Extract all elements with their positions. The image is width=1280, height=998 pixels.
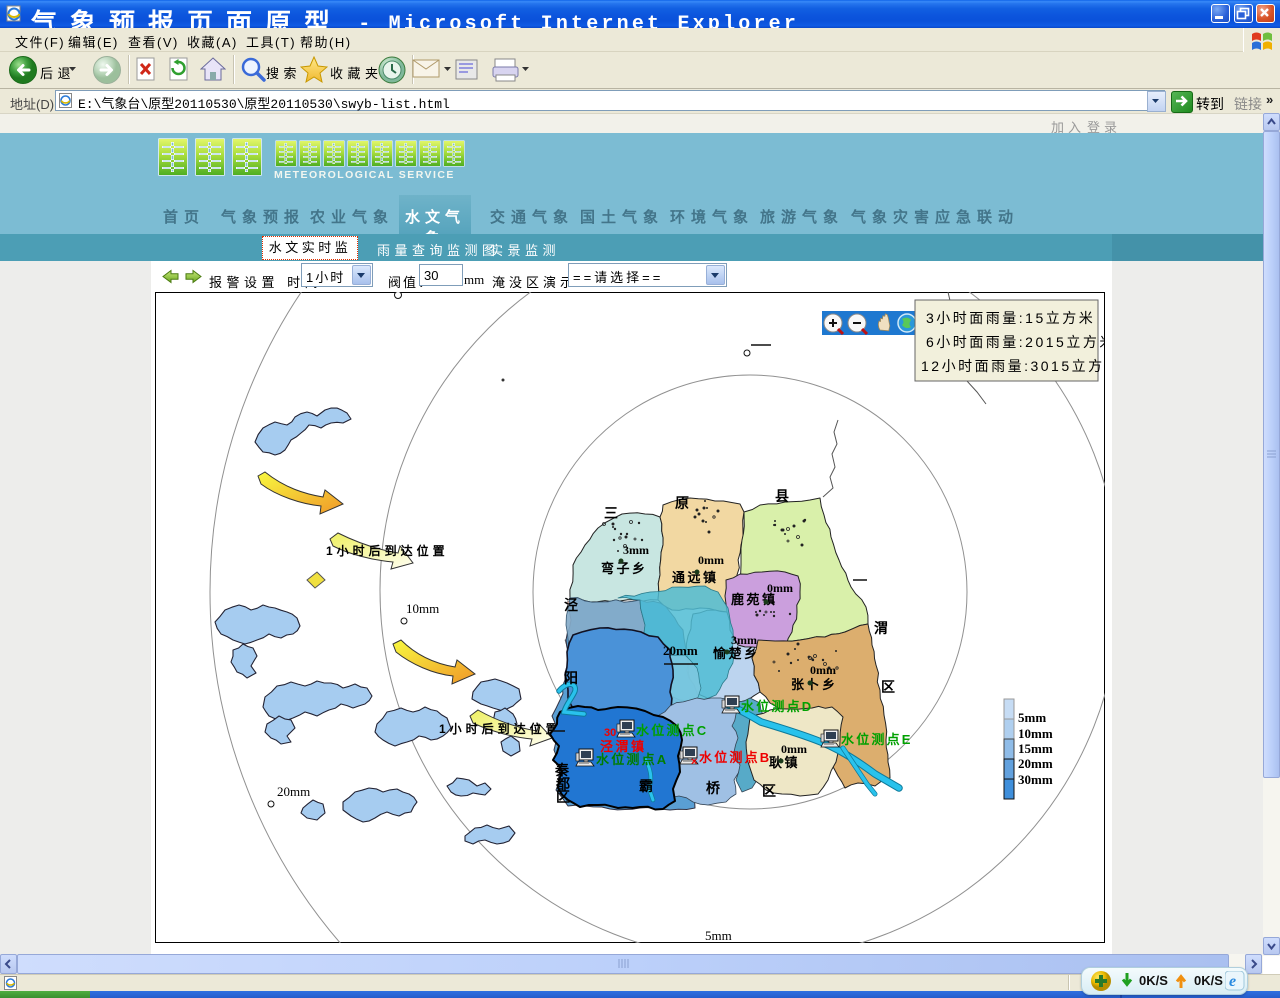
- svg-text:3小时面雨量:15立方米: 3小时面雨量:15立方米: [926, 310, 1095, 326]
- svg-text:三: 三: [604, 505, 618, 521]
- svg-text:1小时后到达位置: 1小时后到达位置: [439, 721, 562, 736]
- svg-text:3mm: 3mm: [623, 543, 649, 557]
- svg-text:10mm: 10mm: [406, 601, 439, 616]
- svg-text:原: 原: [675, 495, 689, 511]
- svg-text:0mm: 0mm: [698, 553, 724, 567]
- svg-text:水位测点D: 水位测点D: [741, 699, 813, 714]
- svg-text:霸: 霸: [639, 778, 653, 794]
- svg-text:渭: 渭: [874, 620, 888, 636]
- svg-text:20mm: 20mm: [1018, 756, 1053, 771]
- svg-text:县: 县: [775, 488, 789, 504]
- svg-text:5mm: 5mm: [1018, 710, 1046, 725]
- svg-text:区: 区: [881, 679, 895, 695]
- svg-text:阳: 阳: [564, 670, 578, 686]
- svg-text:区: 区: [556, 789, 570, 805]
- svg-text:水位测点A: 水位测点A: [596, 752, 668, 767]
- svg-text:12小时面雨量:3015立方米: 12小时面雨量:3015立方米: [921, 358, 1105, 374]
- svg-text:30mm: 30mm: [1018, 772, 1053, 787]
- svg-text:1小时后到达位置: 1小时后到达位置: [326, 543, 449, 558]
- svg-text:泾: 泾: [564, 597, 578, 613]
- svg-text:e: e: [1229, 973, 1236, 990]
- svg-text:30: 30: [604, 727, 616, 739]
- svg-text:泾渭镇: 泾渭镇: [600, 739, 647, 754]
- svg-text:20mm: 20mm: [663, 643, 698, 658]
- svg-text:水位测点C: 水位测点C: [636, 723, 708, 738]
- svg-text:0mm: 0mm: [810, 663, 836, 677]
- svg-text:6小时面雨量:2015立方米: 6小时面雨量:2015立方米: [926, 334, 1105, 350]
- svg-text:15mm: 15mm: [1018, 741, 1053, 756]
- svg-text:张卜乡: 张卜乡: [791, 677, 838, 692]
- svg-text:5mm: 5mm: [705, 928, 732, 943]
- svg-text:耿镇: 耿镇: [769, 755, 800, 770]
- svg-text:区: 区: [762, 783, 776, 799]
- svg-text:0mm: 0mm: [767, 581, 793, 595]
- svg-text:3mm: 3mm: [731, 633, 757, 647]
- svg-text:水位测点E: 水位测点E: [841, 732, 913, 747]
- svg-text:10mm: 10mm: [1018, 726, 1053, 741]
- svg-text:METEOROLOGICAL SERVICE: METEOROLOGICAL SERVICE: [274, 169, 455, 181]
- svg-text:愉楚乡: 愉楚乡: [713, 646, 760, 661]
- svg-text:桥: 桥: [706, 780, 721, 796]
- svg-text:弯子乡: 弯子乡: [601, 561, 648, 576]
- svg-text:×: ×: [691, 756, 697, 768]
- svg-text:20mm: 20mm: [277, 784, 310, 799]
- svg-text:水位测点B: 水位测点B: [699, 750, 771, 765]
- svg-text:0mm: 0mm: [781, 742, 807, 756]
